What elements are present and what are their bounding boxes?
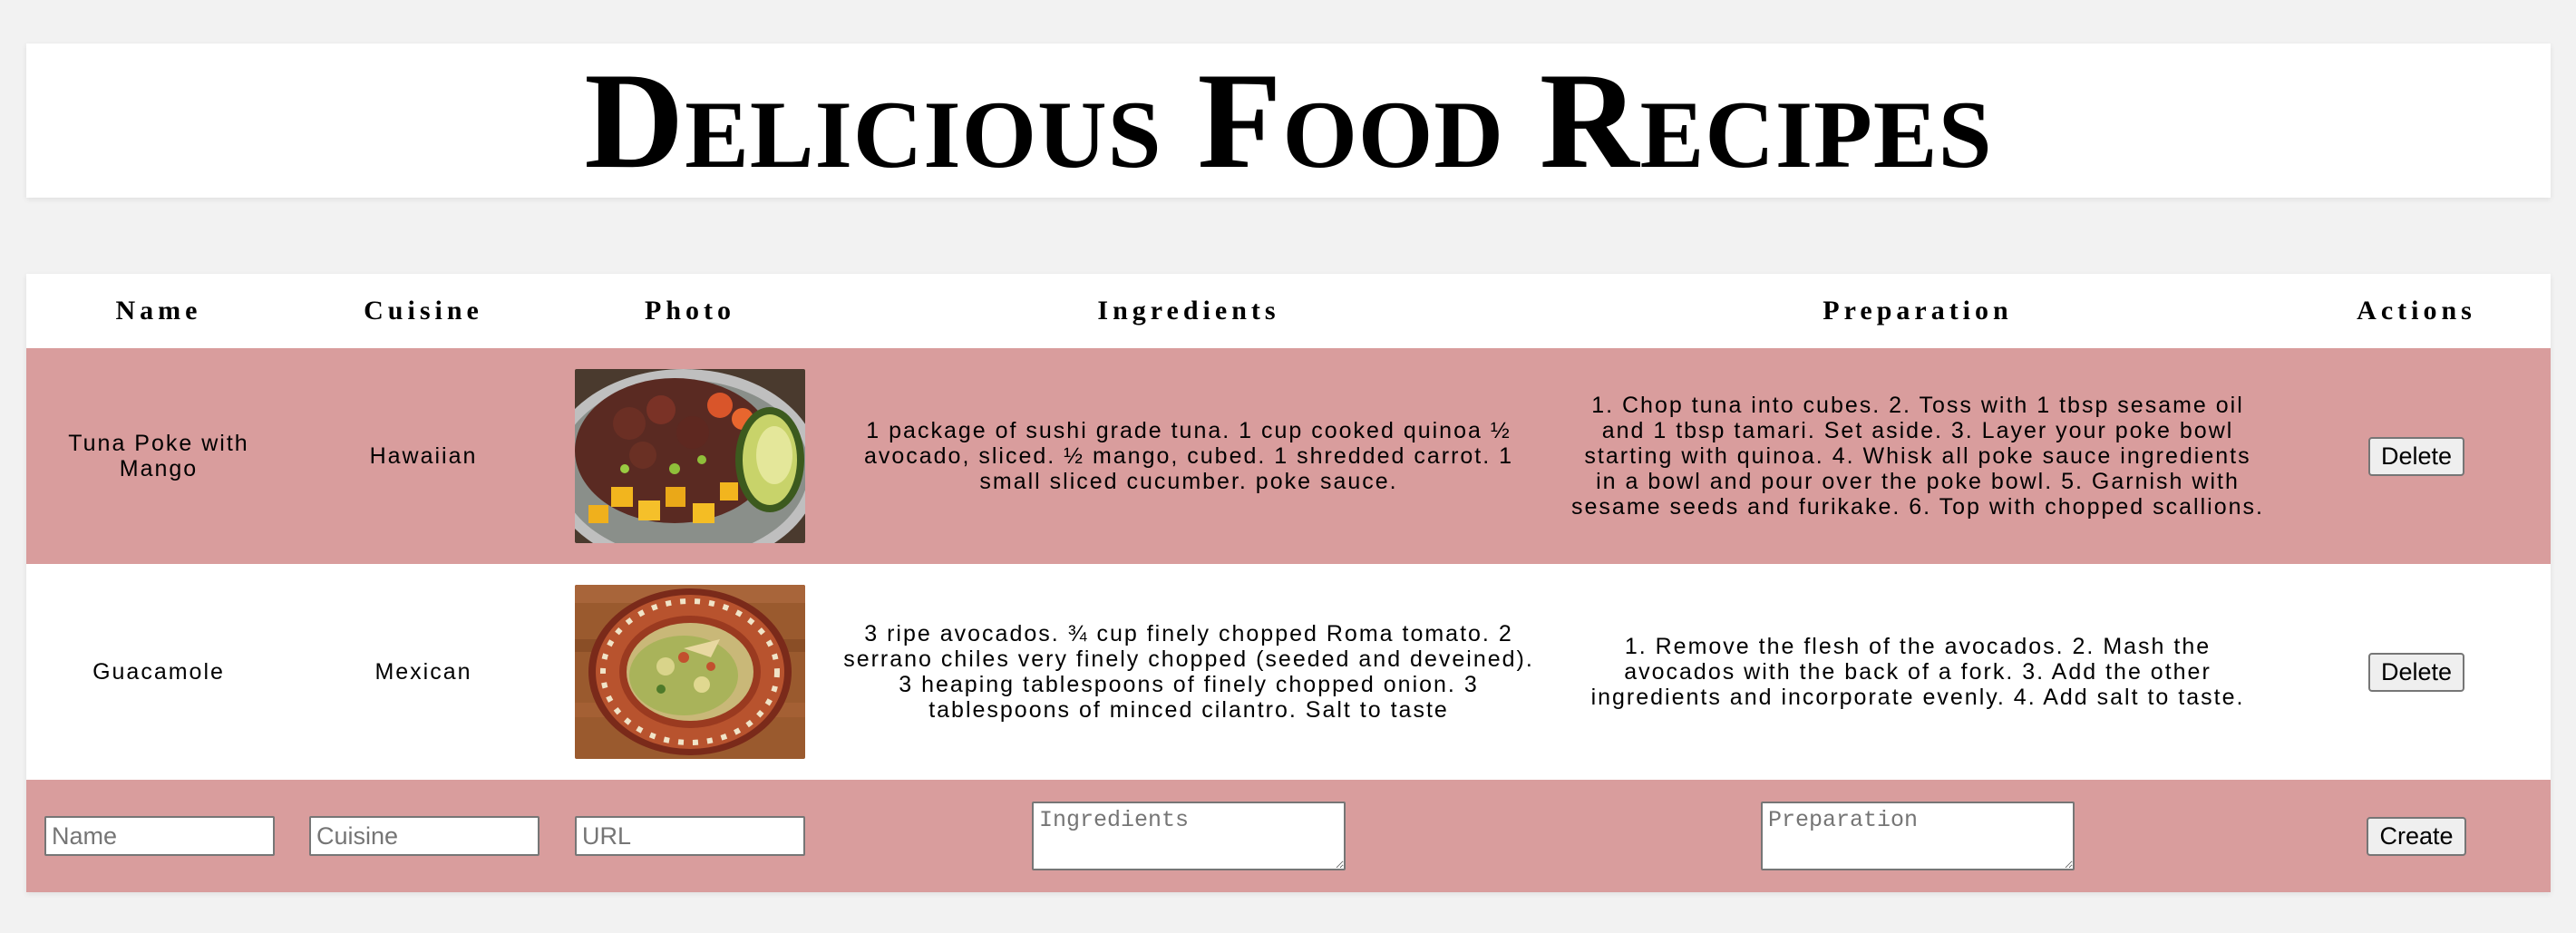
recipe-cuisine: Hawaiian bbox=[291, 348, 556, 564]
recipe-name: Guacamole bbox=[26, 564, 291, 780]
table-row: Guacamole Mexican 3 ripe avocados. ¾ cup… bbox=[26, 564, 2551, 780]
recipe-ingredients: 1 package of sushi grade tuna. 1 cup coo… bbox=[824, 348, 1553, 564]
header-preparation: Preparation bbox=[1823, 296, 2013, 326]
form-ingredients-cell bbox=[824, 780, 1553, 892]
page-title: Delicious Food Recipes bbox=[584, 44, 1993, 197]
form-preparation-cell bbox=[1553, 780, 2282, 892]
recipe-photo-cell bbox=[556, 564, 824, 780]
ingredients-textarea[interactable] bbox=[1032, 802, 1346, 870]
recipe-preparation: 1. Chop tuna into cubes. 2. Toss with 1 … bbox=[1553, 348, 2282, 564]
recipe-photo bbox=[575, 369, 805, 543]
header-actions: Actions bbox=[2357, 296, 2476, 326]
header-photo: Photo bbox=[645, 296, 735, 326]
header-ingredients: Ingredients bbox=[1097, 296, 1280, 326]
form-name-cell bbox=[26, 780, 291, 892]
new-recipe-row: Create bbox=[26, 780, 2551, 892]
cuisine-input[interactable] bbox=[309, 816, 540, 856]
table-row: Tuna Poke with Mango Hawaiian 1 package … bbox=[26, 348, 2551, 564]
form-actions-cell: Create bbox=[2282, 780, 2551, 892]
preparation-textarea[interactable] bbox=[1761, 802, 2075, 870]
recipe-preparation: 1. Remove the flesh of the avocados. 2. … bbox=[1553, 564, 2282, 780]
recipe-photo bbox=[575, 585, 805, 759]
header-name: Name bbox=[115, 296, 202, 326]
create-button[interactable]: Create bbox=[2367, 816, 2466, 856]
header-cuisine: Cuisine bbox=[364, 296, 483, 326]
recipes-table: Name Cuisine Photo Ingredients Preparati… bbox=[26, 274, 2551, 892]
header: Delicious Food Recipes bbox=[26, 44, 2551, 198]
url-input[interactable] bbox=[575, 816, 805, 856]
recipe-actions: Delete bbox=[2282, 564, 2551, 780]
delete-button[interactable]: Delete bbox=[2367, 652, 2465, 692]
name-input[interactable] bbox=[44, 816, 275, 856]
recipe-cuisine: Mexican bbox=[291, 564, 556, 780]
form-url-cell bbox=[556, 780, 824, 892]
recipe-name: Tuna Poke with Mango bbox=[26, 348, 291, 564]
delete-button[interactable]: Delete bbox=[2367, 436, 2465, 476]
table-header-row: Name Cuisine Photo Ingredients Preparati… bbox=[26, 274, 2551, 348]
recipe-photo-cell bbox=[556, 348, 824, 564]
recipe-ingredients: 3 ripe avocados. ¾ cup finely chopped Ro… bbox=[824, 564, 1553, 780]
form-cuisine-cell bbox=[291, 780, 556, 892]
recipes-table-card: Name Cuisine Photo Ingredients Preparati… bbox=[26, 274, 2551, 892]
recipe-actions: Delete bbox=[2282, 348, 2551, 564]
